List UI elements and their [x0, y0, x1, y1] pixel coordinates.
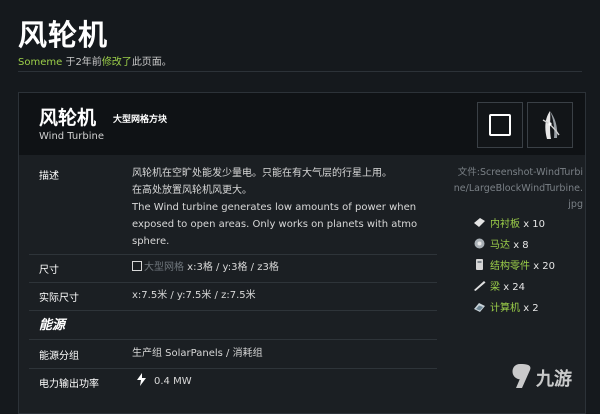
edit-history-link[interactable]: 修改了 — [102, 57, 132, 68]
row-divider — [29, 254, 437, 255]
component-count: x 10 — [523, 219, 546, 230]
infobox-card: 风轮机 大型网格方块 Wind Turbine 描述 风轮机在空旷处能发少量电。… — [18, 92, 586, 414]
size-dimensions: x:3格 / y:3格 / z3格 — [184, 262, 279, 273]
square-block-icon[interactable] — [477, 102, 523, 148]
component-construction[interactable]: 结构零件 x 20 — [473, 257, 555, 272]
power-output-value: 0.4 MW — [137, 373, 192, 390]
energy-group-label: 能源分组 — [39, 351, 79, 362]
edit-suffix: 此页面。 — [131, 57, 172, 68]
interior-plate-icon — [474, 218, 485, 227]
component-interior-plate[interactable]: 内衬板 x 10 — [473, 215, 545, 230]
motor-icon — [474, 238, 485, 249]
row-divider — [29, 368, 437, 369]
watermark-text: 九游 — [535, 368, 572, 390]
power-output-label: 电力输出功率 — [39, 379, 99, 390]
small-square-icon — [132, 261, 142, 271]
row-description: 描述 风轮机在空旷处能发少量电。只能在有大气层的行星上用。 在高处放置风轮机风更… — [19, 165, 439, 253]
component-name: 马达 — [490, 240, 510, 251]
energy-group-value: 生产组 SolarPanels / 消耗组 — [132, 348, 263, 359]
row-divider — [29, 339, 437, 340]
real-size-value: x:7.5米 / y:7.5米 / z:7.5米 — [132, 290, 256, 301]
image-file-link[interactable]: 文件:Screenshot-WindTurbine/LargeBlockWind… — [453, 165, 583, 213]
description-cn-line: 风轮机在空旷处能发少量电。只能在有大气层的行星上用。 — [132, 168, 392, 179]
block-name-english: Wind Turbine — [39, 131, 104, 142]
row-size: 尺寸 大型网格 x:3格 / y:3格 / z3格 — [19, 259, 439, 279]
row-real-size: 实际尺寸 x:7.5米 / y:7.5米 / z:7.5米 — [19, 287, 439, 307]
row-power-output: 电力输出功率 0.4 MW — [19, 373, 439, 393]
editor-user-link[interactable]: Someme — [18, 57, 62, 68]
component-girder[interactable]: 梁 x 24 — [473, 278, 525, 293]
component-count: x 20 — [533, 261, 556, 272]
component-count: x 24 — [503, 282, 526, 293]
row-divider — [29, 282, 437, 283]
construction-component-icon — [476, 259, 483, 270]
component-motor[interactable]: 马达 x 8 — [473, 236, 529, 251]
component-computer[interactable]: 计算机 x 2 — [473, 299, 539, 314]
row-energy-group: 能源分组 生产组 SolarPanels / 消耗组 — [19, 345, 439, 365]
edit-info: Someme 于2年前修改了此页面。 — [18, 53, 172, 68]
size-label: 尺寸 — [39, 265, 59, 276]
title-divider — [18, 71, 582, 72]
description-en-line: exposed to open areas. Only works on pla… — [132, 219, 418, 230]
power-output-amount: 0.4 MW — [154, 376, 192, 387]
description-en-line: sphere. — [132, 236, 170, 247]
lightning-icon — [137, 373, 146, 386]
component-name: 计算机 — [490, 303, 520, 314]
computer-icon — [474, 303, 485, 312]
description-cn-line: 在高处放置风轮机风更大。 — [132, 185, 252, 196]
component-count: x 2 — [523, 303, 539, 314]
edit-time: 于2年前 — [62, 57, 102, 68]
energy-section-heading: 能源 — [39, 318, 66, 333]
girder-icon — [474, 281, 486, 291]
grid-type-link[interactable]: 大型网格 — [144, 262, 184, 273]
site-watermark-logo: 九游 — [506, 360, 592, 394]
description-value: 风轮机在空旷处能发少量电。只能在有大气层的行星上用。 在高处放置风轮机风更大。 … — [132, 165, 417, 250]
block-type-label: 大型网格方块 — [113, 115, 168, 125]
page-title: 风轮机 — [18, 18, 109, 52]
wind-turbine-icon[interactable] — [527, 102, 573, 148]
component-name: 内衬板 — [490, 219, 520, 230]
block-name: 风轮机 — [39, 107, 97, 129]
description-en-line: The Wind turbine generates low amounts o… — [132, 202, 417, 213]
infobox-header: 风轮机 大型网格方块 Wind Turbine — [19, 93, 585, 155]
row-divider — [29, 310, 437, 311]
description-label: 描述 — [39, 171, 59, 182]
real-size-label: 实际尺寸 — [39, 293, 79, 304]
component-count: x 8 — [513, 240, 529, 251]
component-name: 梁 — [490, 282, 500, 293]
size-value: 大型网格 x:3格 / y:3格 / z3格 — [132, 259, 279, 276]
component-name: 结构零件 — [490, 261, 530, 272]
